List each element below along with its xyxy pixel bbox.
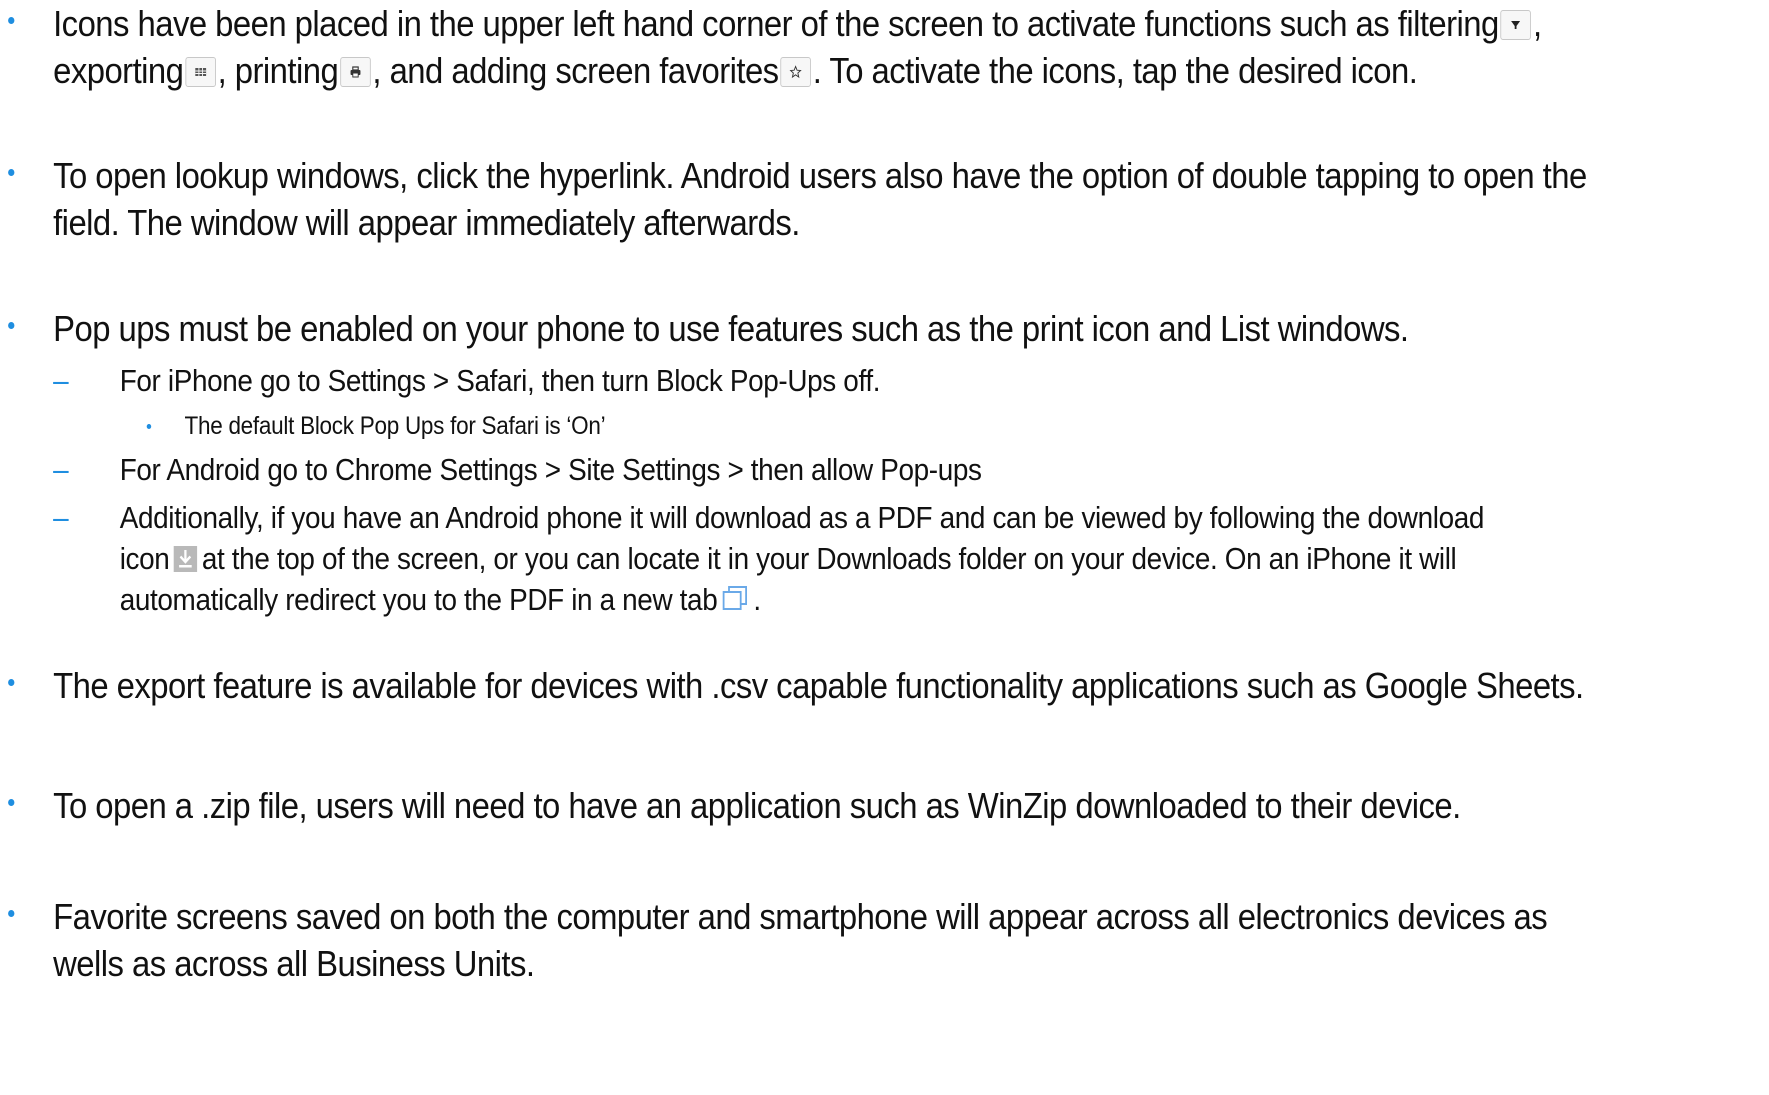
bullet-marker bbox=[8, 322, 15, 329]
bullet-lookup-line-2: field. The window will appear immediatel… bbox=[53, 202, 800, 243]
bullet-zip: To open a .zip file, users will need to … bbox=[0, 782, 1769, 829]
dash-marker: – bbox=[53, 363, 69, 398]
bullet-popups-line-1: Pop ups must be enabled on your phone to… bbox=[0, 305, 1763, 352]
bullet-icons-line-1: Icons have been placed in the upper left… bbox=[0, 0, 1763, 47]
download-icon bbox=[173, 546, 198, 572]
instructions-page: Icons have been placed in the upper left… bbox=[0, 0, 1769, 1095]
sub-sub-bullet-iphone-default: The default Block Pop Ups for Safari is … bbox=[0, 408, 1769, 444]
sub-bullet-additionally: – Additionally, if you have an Android p… bbox=[0, 497, 1769, 620]
bullet-icons-line-2: exporting, printing, and adding screen f… bbox=[53, 50, 1418, 91]
new-tab-icon bbox=[722, 586, 748, 610]
print-icon[interactable] bbox=[339, 57, 371, 87]
export-grid-icon[interactable] bbox=[185, 57, 216, 87]
dash-marker: – bbox=[53, 452, 69, 487]
bullet-marker bbox=[8, 799, 15, 806]
dash-marker: – bbox=[53, 500, 69, 535]
sub-bullet-android: – For Android go to Chrome Settings > Si… bbox=[0, 449, 1769, 490]
bullet-lookup-line-1: To open lookup windows, click the hyperl… bbox=[0, 152, 1763, 199]
filter-icon[interactable] bbox=[1500, 10, 1532, 40]
bullet-marker bbox=[8, 679, 15, 686]
bullet-export: The export feature is available for devi… bbox=[0, 662, 1769, 709]
bullet-marker bbox=[146, 424, 152, 429]
bullet-favorites: Favorite screens saved on both the compu… bbox=[0, 893, 1769, 987]
bullet-marker bbox=[8, 17, 15, 24]
sub-bullet-iphone: – For iPhone go to Settings > Safari, th… bbox=[0, 360, 1769, 401]
bullet-marker bbox=[8, 169, 15, 176]
bullet-icons: Icons have been placed in the upper left… bbox=[0, 0, 1769, 94]
bullet-popups: Pop ups must be enabled on your phone to… bbox=[0, 305, 1769, 352]
star-favorite-icon[interactable] bbox=[780, 57, 811, 87]
bullet-lookup: To open lookup windows, click the hyperl… bbox=[0, 152, 1769, 246]
bullet-marker bbox=[8, 910, 15, 917]
